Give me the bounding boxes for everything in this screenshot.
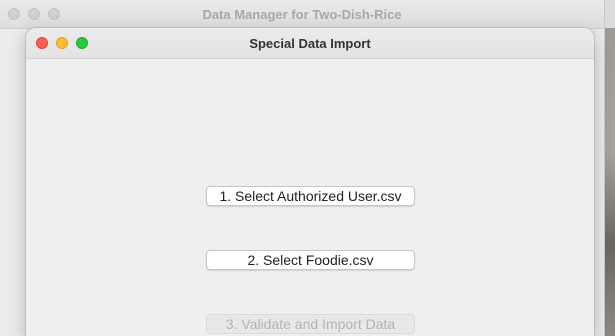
- dialog-body: 1. Select Authorized User.csv 2. Select …: [26, 59, 594, 336]
- validate-and-import-data-button[interactable]: 3. Validate and Import Data: [206, 314, 415, 334]
- screen: Data Manager for Two-Dish-Rice Special D…: [0, 0, 615, 336]
- dialog-title: Special Data Import: [249, 36, 371, 51]
- special-data-import-dialog: Special Data Import 1. Select Authorized…: [26, 28, 594, 336]
- background-window-title: Data Manager for Two-Dish-Rice: [202, 7, 402, 22]
- select-foodie-csv-button[interactable]: 2. Select Foodie.csv: [206, 250, 415, 270]
- select-authorized-user-csv-button[interactable]: 1. Select Authorized User.csv: [206, 186, 415, 206]
- dialog-titlebar[interactable]: Special Data Import: [26, 28, 594, 59]
- desktop-background: [604, 28, 615, 336]
- background-window-titlebar: Data Manager for Two-Dish-Rice: [0, 0, 604, 29]
